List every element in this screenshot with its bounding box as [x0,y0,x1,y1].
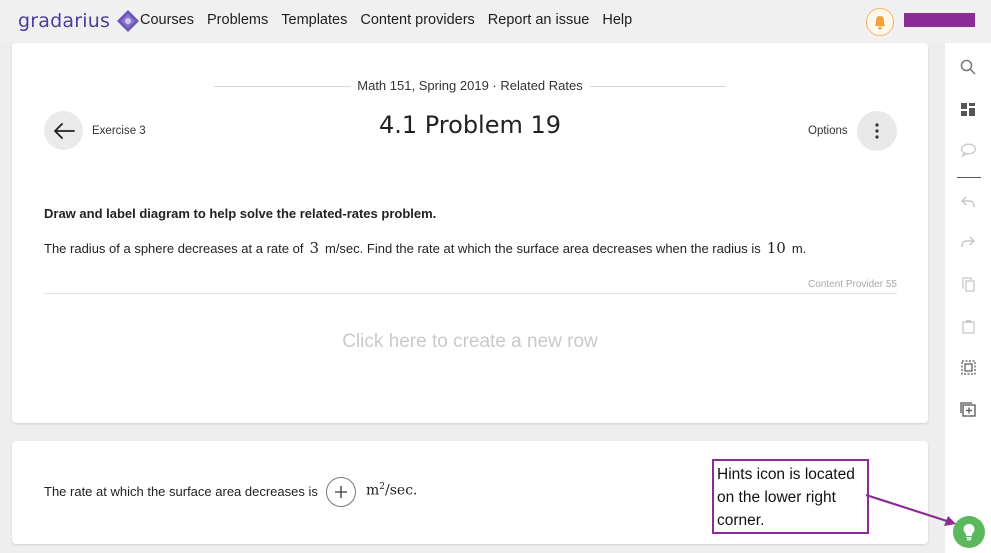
options-button[interactable] [857,111,897,151]
redo-icon[interactable] [958,232,978,252]
answer-prompt: The rate at which the surface area decre… [44,484,318,499]
nav-courses[interactable]: Courses [140,12,194,28]
more-vertical-icon [875,123,879,139]
logo-diamond-icon [117,10,140,32]
plus-icon [335,486,347,498]
logo-text: gradarius [18,10,111,32]
main-nav: Courses Problems Templates Content provi… [140,12,645,28]
gradarius-logo[interactable]: gradarius [18,9,140,33]
content-provider-label: Content Provider 55 [808,279,897,290]
comment-icon[interactable] [958,140,978,160]
answer-unit: m2/sec. [366,482,418,499]
select-all-icon[interactable] [958,357,978,377]
nav-problems[interactable]: Problems [207,12,268,28]
statement-part-1: The radius of a sphere decreases at a ra… [44,241,304,256]
add-answer-button[interactable] [326,477,356,507]
unit-base: m [366,482,380,499]
undo-icon[interactable] [958,192,978,212]
paste-icon[interactable] [958,316,978,336]
right-toolbar [945,43,991,553]
nav-content-providers[interactable]: Content providers [360,12,474,28]
hint-annotation-callout: Hints icon is located on the lower right… [712,459,869,534]
annotation-arrow-icon [866,493,956,526]
layout-icon[interactable] [958,99,978,119]
unit-rest: /sec. [385,482,418,499]
notifications-bell-icon[interactable] [866,8,894,36]
divider [44,293,897,294]
nav-report-issue[interactable]: Report an issue [488,12,590,28]
add-box-icon[interactable] [958,399,978,419]
statement-part-2: m/sec. Find the rate at which the surfac… [324,241,761,256]
toolbar-separator [957,177,981,178]
breadcrumb: Math 151, Spring 2019 · Related Rates [12,78,928,93]
page-title: 4.1 Problem 19 [378,111,562,139]
radius-value: 10 [766,239,786,257]
search-icon[interactable] [958,57,978,77]
nav-templates[interactable]: Templates [281,12,347,28]
breadcrumb-text[interactable]: Math 151, Spring 2019 · Related Rates [351,78,589,93]
user-menu-redacted[interactable] [904,13,975,27]
nav-help[interactable]: Help [602,12,632,28]
statement-part-3: m. [791,241,807,256]
create-new-row-button[interactable]: Click here to create a new row [12,331,928,353]
problem-instruction: Draw and label diagram to help solve the… [44,206,437,221]
problem-statement: The radius of a sphere decreases at a ra… [44,239,806,257]
options-label: Options [808,125,848,137]
problem-card: Math 151, Spring 2019 · Related Rates Ex… [12,43,928,423]
top-navigation-bar: gradarius Courses Problems Templates Con… [0,0,991,42]
copy-icon[interactable] [958,274,978,294]
rate-value: 3 [309,239,319,257]
